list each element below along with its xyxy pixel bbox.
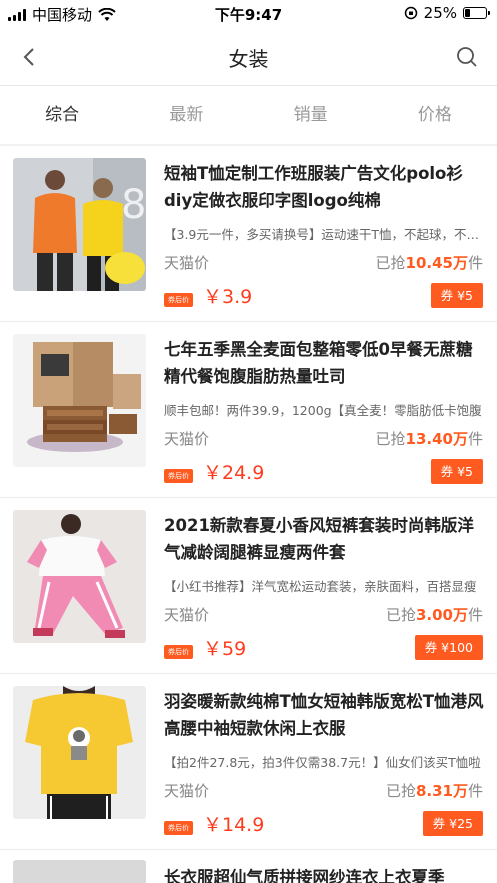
- battery-icon: [463, 7, 490, 19]
- platform-label: 天猫价: [164, 606, 210, 624]
- sold-value: 3.00万: [415, 606, 468, 624]
- sort-tabs: 综合 最新 销量 价格: [0, 86, 497, 144]
- product-title: 短袖T恤定制工作班服装广告文化polo衫diy定做衣服印字图logo纯棉: [164, 164, 463, 210]
- platform-label: 天猫价: [164, 430, 210, 448]
- product-title: 2021新款春夏小香风短裤套装时尚韩版洋气减龄阔腿裤显瘦两件套: [164, 516, 474, 562]
- product-title: 长衣服超仙气质拼接网纱连衣上衣夏季: [164, 868, 445, 883]
- product-card[interactable]: 七年五季黑全麦面包整箱零低0早餐无蔗糖精代餐饱腹脂肪热量吐司 顺丰包邮！两件39…: [0, 322, 497, 498]
- status-right: 25%: [404, 4, 490, 22]
- after-coupon-badge: 券后价: [164, 821, 193, 835]
- search-button[interactable]: [453, 43, 481, 71]
- product-desc: 【3.9元一件，多买请换号】运动速干T恤，不起球，不变形: [164, 227, 482, 242]
- product-price: ￥14.9: [203, 814, 265, 836]
- status-bar: 中国移动 下午9:47 25%: [0, 0, 497, 28]
- sold-value: 13.40万: [405, 430, 468, 448]
- product-image: [13, 860, 146, 883]
- product-price: ￥59: [203, 638, 247, 660]
- sold-count: 已抢3.00万件: [385, 606, 483, 624]
- page-title: 女装: [228, 47, 269, 71]
- battery-fill: [465, 9, 470, 17]
- product-image: [13, 510, 146, 643]
- platform-label: 天猫价: [164, 782, 210, 800]
- product-card[interactable]: 2021新款春夏小香风短裤套装时尚韩版洋气减龄阔腿裤显瘦两件套 【小红书推荐】洋…: [0, 498, 497, 674]
- product-desc: 顺丰包邮！两件39.9，1200g【真全麦！零脂肪低卡饱腹: [164, 403, 482, 418]
- product-desc: 【小红书推荐】洋气宽松运动套装，亲肤面料，百搭显瘦: [164, 579, 477, 594]
- tab-price[interactable]: 价格: [373, 86, 497, 144]
- after-coupon-badge: 券后价: [164, 293, 193, 307]
- product-image: 8: [13, 158, 146, 291]
- battery-percent: 25%: [423, 4, 457, 22]
- product-card-partial[interactable]: 长衣服超仙气质拼接网纱连衣上衣夏季: [0, 850, 497, 883]
- product-desc: 【拍2件27.8元，拍3件仅需38.7元！】仙女们该买T恤啦: [164, 755, 481, 770]
- nav-bar: 女装: [0, 28, 497, 86]
- product-card[interactable]: 羽姿暖新款纯棉T恤女短袖韩版宽松T恤港风高腰中袖短款休闲上衣服 【拍2件27.8…: [0, 674, 497, 850]
- coupon-button[interactable]: 券 ¥100: [414, 635, 483, 660]
- product-image: [13, 686, 146, 819]
- after-coupon-badge: 券后价: [164, 469, 193, 483]
- coupon-button[interactable]: 券 ¥25: [422, 811, 483, 836]
- sold-value: 10.45万: [405, 254, 468, 272]
- product-image: [13, 334, 146, 467]
- product-price: ￥24.9: [203, 462, 265, 484]
- search-icon: [457, 47, 477, 67]
- sold-value: 8.31万: [415, 782, 468, 800]
- product-price: ￥3.9: [203, 286, 253, 308]
- after-coupon-badge: 券后价: [164, 645, 193, 659]
- product-list: 8 短袖T恤定制工作班服装广告文化polo衫diy定做衣服印字图logo纯棉 【…: [0, 146, 497, 883]
- orientation-lock-icon: [404, 6, 417, 20]
- sold-count: 已抢10.45万件: [375, 254, 483, 272]
- tab-sales[interactable]: 销量: [249, 86, 373, 144]
- tab-comprehensive[interactable]: 综合: [0, 86, 124, 144]
- platform-label: 天猫价: [164, 254, 210, 272]
- sold-count: 已抢13.40万件: [375, 430, 483, 448]
- product-title: 七年五季黑全麦面包整箱零低0早餐无蔗糖精代餐饱腹脂肪热量吐司: [164, 340, 473, 386]
- coupon-button[interactable]: 券 ¥5: [430, 459, 483, 484]
- sold-count: 已抢8.31万件: [385, 782, 483, 800]
- product-title: 羽姿暖新款纯棉T恤女短袖韩版宽松T恤港风高腰中袖短款休闲上衣服: [164, 692, 484, 738]
- tab-newest[interactable]: 最新: [124, 86, 248, 144]
- coupon-button[interactable]: 券 ¥5: [430, 283, 483, 308]
- product-card[interactable]: 8 短袖T恤定制工作班服装广告文化polo衫diy定做衣服印字图logo纯棉 【…: [0, 146, 497, 322]
- svg-text:8: 8: [121, 182, 146, 228]
